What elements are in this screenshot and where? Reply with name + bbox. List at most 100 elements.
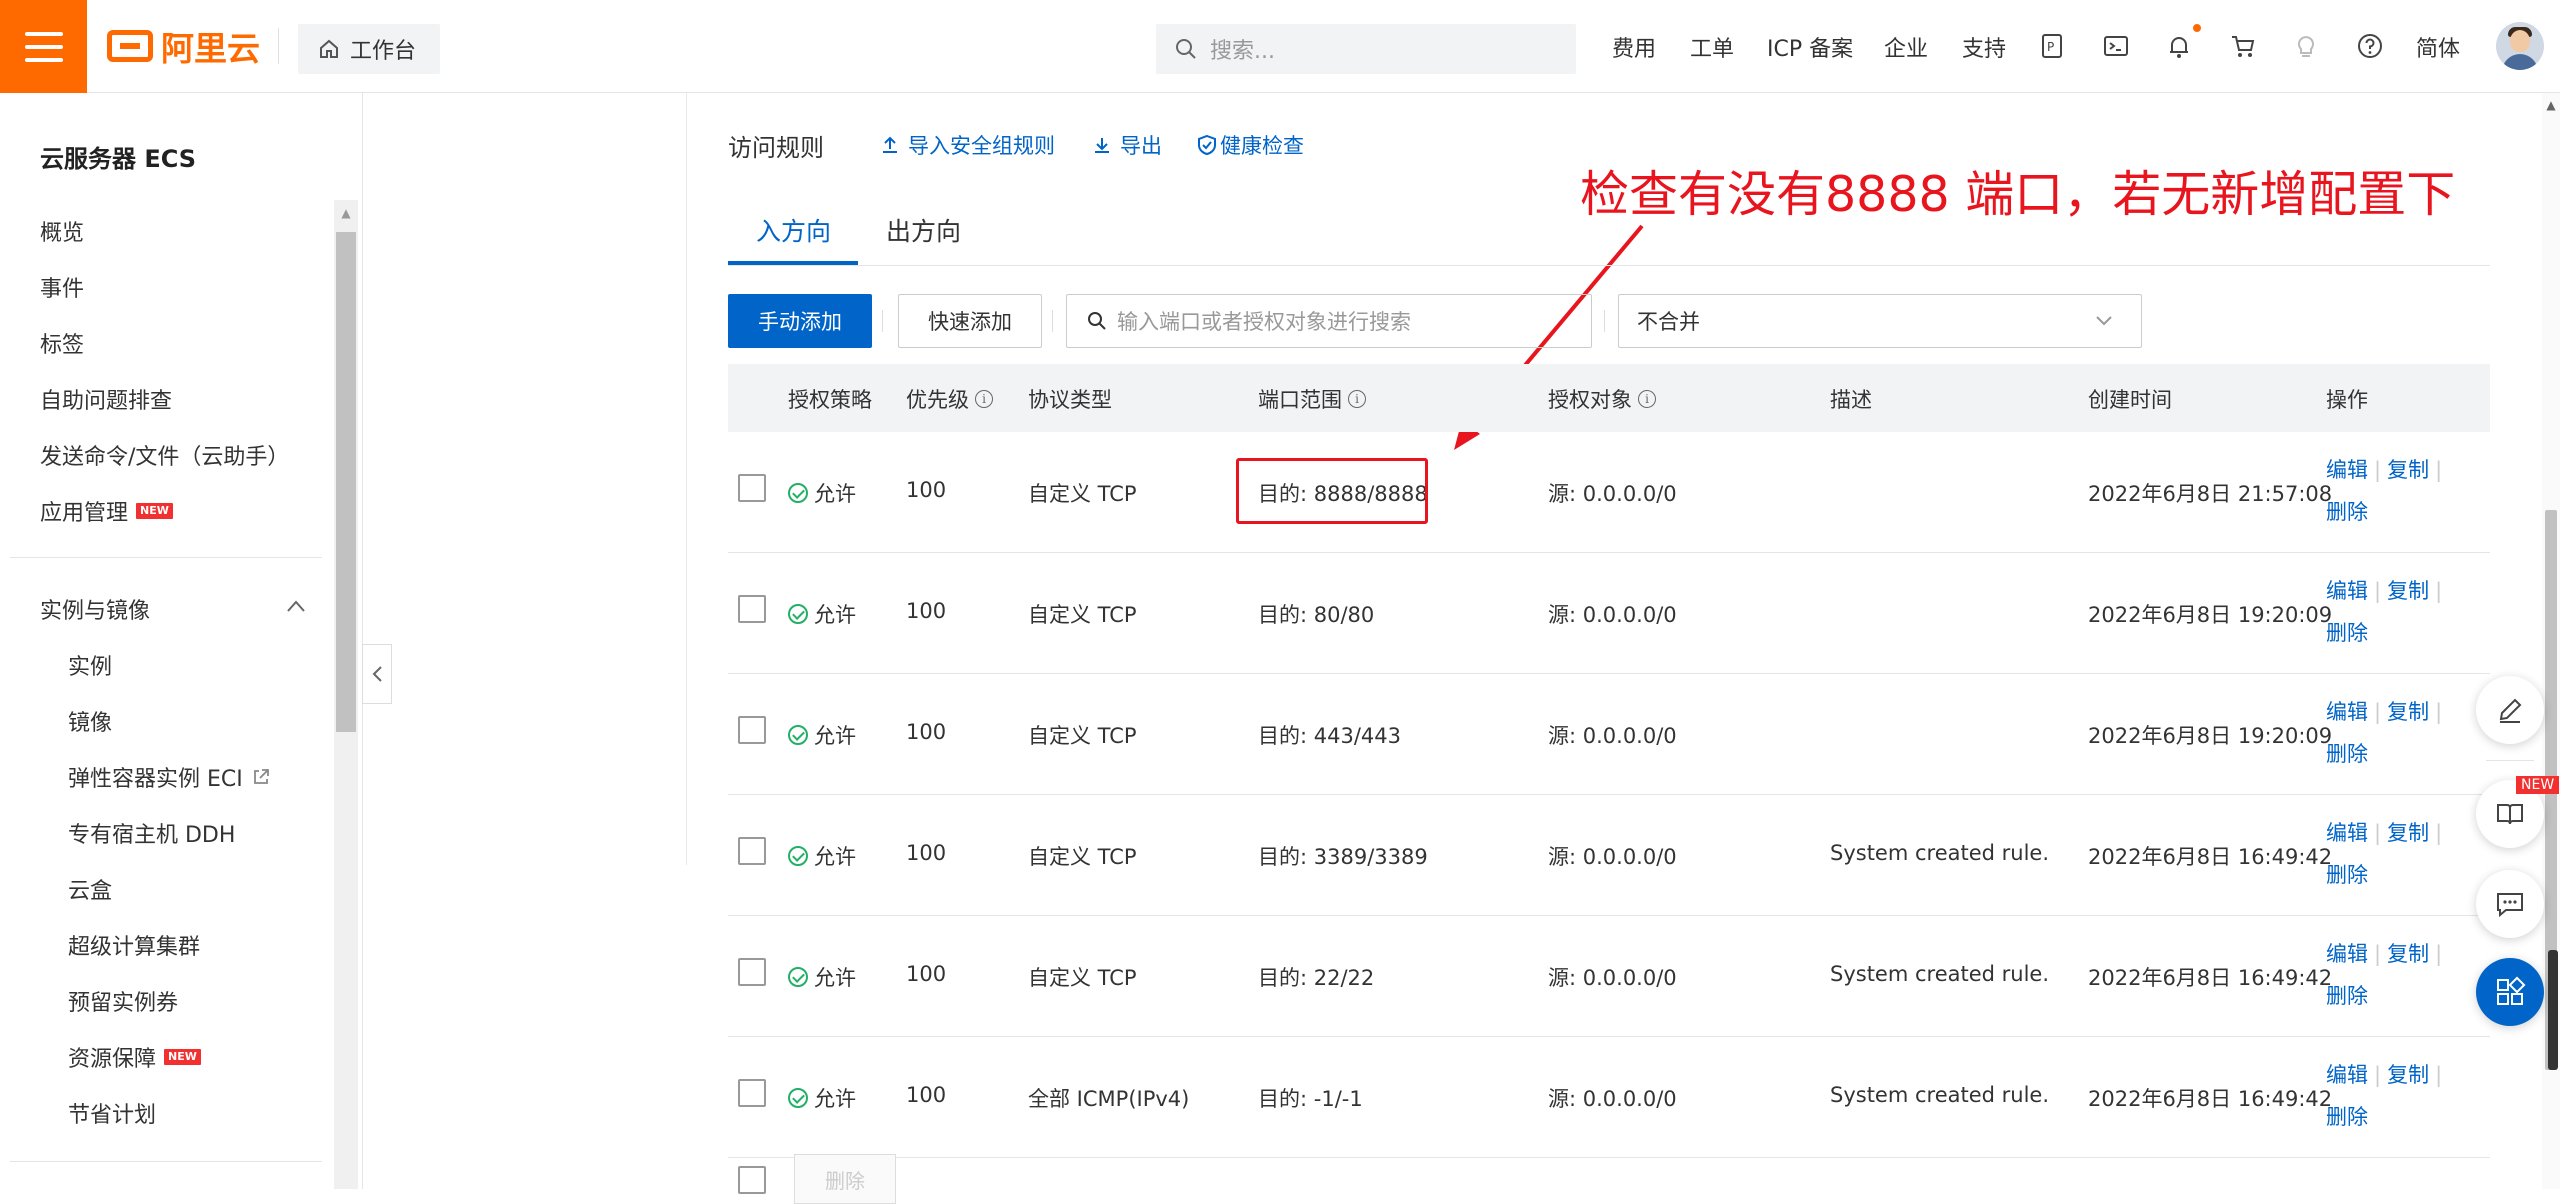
tab-inbound[interactable]: 入方向 <box>756 212 831 248</box>
column-header-description: 描述 <box>1830 388 1872 412</box>
edit-link[interactable]: 编辑 <box>2326 821 2368 845</box>
created-time-cell: 2022年6月8日 19:20:09 <box>2088 724 2333 748</box>
separator: | <box>2435 458 2443 482</box>
info-icon[interactable]: i <box>1638 390 1656 408</box>
bell-icon[interactable] <box>2163 30 2195 62</box>
aliyun-logo[interactable]: 阿里云 <box>107 26 260 68</box>
search-icon <box>1176 39 1196 59</box>
apps-float-button[interactable] <box>2476 958 2544 1026</box>
rule-search-input[interactable]: 输入端口或者授权对象进行搜索 <box>1066 294 1592 348</box>
cart-icon[interactable] <box>2227 30 2259 62</box>
delete-link[interactable]: 删除 <box>2326 500 2368 524</box>
sidebar-item-label: 资源保障 <box>68 1047 157 1072</box>
sidebar-item-reserved-coupons[interactable]: 预留实例券 <box>68 985 178 1017</box>
copy-link[interactable]: 复制 <box>2387 942 2429 966</box>
nav-tickets[interactable]: 工单 <box>1690 0 1734 93</box>
sidebar-item-super-cluster[interactable]: 超级计算集群 <box>68 929 200 961</box>
sidebar-item-overview[interactable]: 概览 <box>40 215 84 247</box>
sidebar-item-cloud-box[interactable]: 云盒 <box>68 873 112 905</box>
language-switch[interactable]: 简体 <box>2416 0 2460 93</box>
nav-fees[interactable]: 费用 <box>1612 0 1656 93</box>
actions-cell: 编辑 | 复制 | <box>2326 696 2448 726</box>
sidebar-item-savings-plan[interactable]: 节省计划 <box>68 1097 156 1129</box>
copy-link[interactable]: 复制 <box>2387 1063 2429 1087</box>
terminal-icon[interactable] <box>2100 30 2132 62</box>
workbench-button[interactable]: 工作台 <box>298 24 440 74</box>
import-rules-link[interactable]: 导入安全组规则 <box>880 130 1055 160</box>
sidebar-item-events[interactable]: 事件 <box>40 271 84 303</box>
scroll-up-arrow-icon[interactable]: ▲ <box>336 206 356 226</box>
info-icon[interactable]: i <box>975 390 993 408</box>
sidebar-item-image[interactable]: 镜像 <box>68 705 112 737</box>
bulk-delete-button[interactable]: 删除 <box>794 1154 896 1204</box>
copy-link[interactable]: 复制 <box>2387 579 2429 603</box>
workbench-label: 工作台 <box>350 39 417 64</box>
add-quick-button[interactable]: 快速添加 <box>898 294 1042 348</box>
chat-float-button[interactable] <box>2476 870 2544 938</box>
port-range-cell: 目的: -1/-1 <box>1258 1087 1363 1111</box>
sidebar-scrollbar-thumb[interactable] <box>336 232 356 732</box>
sidebar-item-label: 云盒 <box>68 879 113 904</box>
sidebar-item-resource-guarantee[interactable]: 资源保障 NEW <box>68 1041 201 1073</box>
delete-link[interactable]: 删除 <box>2326 742 2368 766</box>
search-input[interactable]: 搜索... <box>1156 24 1576 74</box>
copy-link[interactable]: 复制 <box>2387 700 2429 724</box>
edit-link[interactable]: 编辑 <box>2326 458 2368 482</box>
health-check-link[interactable]: 健康检查 <box>1196 130 1304 160</box>
separator: | <box>2374 942 2382 966</box>
delete-link[interactable]: 删除 <box>2326 621 2368 645</box>
protocol-cell: 自定义 TCP <box>1028 966 1137 990</box>
sidebar-item-ddh[interactable]: 专有宿主机 DDH <box>68 817 235 849</box>
table-row: 允许 100 全部 ICMP(IPv4) 目的: -1/-1 源: 0.0.0.… <box>728 1037 2490 1158</box>
info-icon[interactable]: i <box>1348 390 1366 408</box>
tab-outbound[interactable]: 出方向 <box>886 212 961 248</box>
separator: | <box>2374 700 2382 724</box>
row-checkbox[interactable] <box>738 595 766 623</box>
edit-link[interactable]: 编辑 <box>2326 942 2368 966</box>
edit-float-button[interactable] <box>2476 676 2544 744</box>
sidebar-item-cloud-assistant[interactable]: 发送命令/文件（云助手） <box>40 439 289 471</box>
nav-icp[interactable]: ICP 备案 <box>1767 0 1853 93</box>
copy-link[interactable]: 复制 <box>2387 458 2429 482</box>
policy-cell: 允许 <box>788 841 856 871</box>
add-manual-button[interactable]: 手动添加 <box>728 294 872 348</box>
sidebar-item-instance[interactable]: 实例 <box>68 649 112 681</box>
row-checkbox[interactable] <box>738 716 766 744</box>
column-header-protocol: 协议类型 <box>1028 388 1112 412</box>
row-checkbox[interactable] <box>738 1079 766 1107</box>
row-checkbox[interactable] <box>738 958 766 986</box>
select-all-checkbox[interactable] <box>738 1166 766 1194</box>
avatar[interactable] <box>2496 22 2544 70</box>
delete-link[interactable]: 删除 <box>2326 1105 2368 1129</box>
sidebar-item-eci[interactable]: 弹性容器实例 ECI <box>68 761 271 793</box>
health-check-label: 健康检查 <box>1220 134 1304 158</box>
sidebar-group-instances[interactable]: 实例与镜像 <box>40 593 310 625</box>
scroll-up-arrow-icon[interactable]: ▲ <box>2542 98 2560 112</box>
menu-icon[interactable] <box>0 0 87 93</box>
edit-link[interactable]: 编辑 <box>2326 700 2368 724</box>
edit-link[interactable]: 编辑 <box>2326 579 2368 603</box>
sidebar-item-tags[interactable]: 标签 <box>40 327 84 359</box>
shield-check-icon <box>1198 134 1216 156</box>
edit-link[interactable]: 编辑 <box>2326 1063 2368 1087</box>
table-row: 允许 100 自定义 TCP 目的: 443/443 源: 0.0.0.0/0 … <box>728 674 2490 795</box>
chevron-up-icon <box>287 600 305 612</box>
nav-support[interactable]: 支持 <box>1962 0 2006 93</box>
sidebar-item-troubleshoot[interactable]: 自助问题排查 <box>40 383 172 415</box>
row-checkbox[interactable] <box>738 837 766 865</box>
app-icon[interactable]: P <box>2036 30 2068 62</box>
source-cell: 源: 0.0.0.0/0 <box>1548 966 1677 990</box>
delete-link[interactable]: 删除 <box>2326 863 2368 887</box>
nav-enterprise[interactable]: 企业 <box>1884 0 1928 93</box>
copy-link[interactable]: 复制 <box>2387 821 2429 845</box>
collapse-sidebar-button[interactable] <box>362 644 392 704</box>
row-checkbox[interactable] <box>738 474 766 502</box>
lightbulb-icon[interactable] <box>2290 30 2322 62</box>
home-icon <box>320 39 338 58</box>
export-link[interactable]: 导出 <box>1092 130 1162 160</box>
merge-select[interactable]: 不合并 <box>1618 294 2142 348</box>
table-row: 允许 100 自定义 TCP 目的: 80/80 源: 0.0.0.0/0 20… <box>728 553 2490 674</box>
help-icon[interactable] <box>2354 30 2386 62</box>
delete-link[interactable]: 删除 <box>2326 984 2368 1008</box>
sidebar-item-app-management[interactable]: 应用管理 NEW <box>40 495 173 527</box>
